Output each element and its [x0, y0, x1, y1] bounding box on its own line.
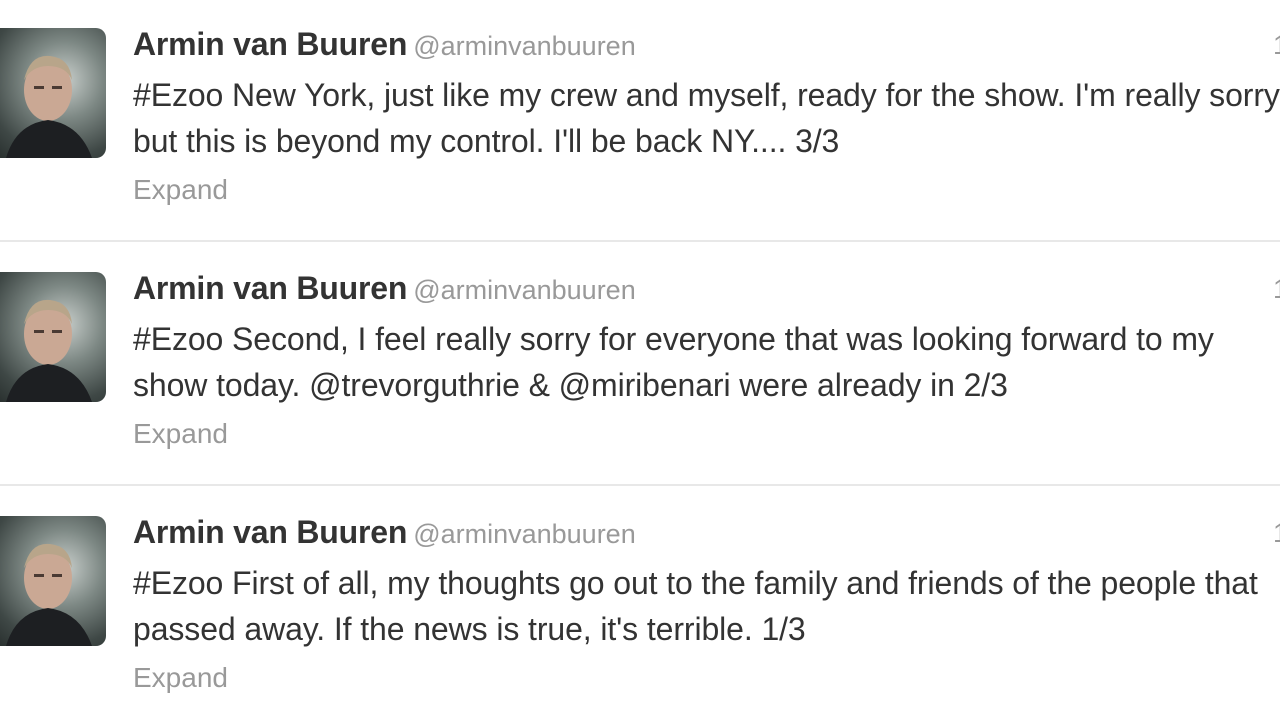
- tweet-timestamp[interactable]: 1: [1273, 274, 1280, 305]
- tweet-author-name[interactable]: Armin van Buuren: [133, 26, 407, 62]
- tweet-author-username[interactable]: @arminvanbuuren: [413, 519, 636, 549]
- tweet-item[interactable]: Armin van Buuren@arminvanbuuren 1 #Ezoo …: [0, 0, 1280, 244]
- tweet-header: Armin van Buuren @arminvanbuuren: [133, 514, 636, 554]
- tweet-item[interactable]: Armin van Buuren@arminvanbuuren 1 #Ezoo …: [0, 244, 1280, 488]
- tweet-header: Armin van Buuren @arminvanbuuren: [133, 26, 636, 66]
- tweet-timeline: Armin van Buuren@arminvanbuuren 1 #Ezoo …: [0, 0, 1280, 720]
- tweet-header: Armin van Buuren @arminvanbuuren: [133, 270, 636, 310]
- avatar[interactable]: [0, 28, 106, 158]
- avatar[interactable]: [0, 516, 106, 646]
- tweet-item[interactable]: Armin van Buuren@arminvanbuuren 1 #Ezoo …: [0, 488, 1280, 720]
- tweet-text: #Ezoo Second, I feel really sorry for ev…: [133, 321, 1214, 403]
- tweet-divider: [0, 484, 1280, 486]
- tweet-timestamp[interactable]: 1: [1273, 518, 1280, 549]
- avatar[interactable]: [0, 272, 106, 402]
- tweet-author-name[interactable]: Armin van Buuren: [133, 270, 407, 306]
- tweet-author-username[interactable]: @arminvanbuuren: [413, 275, 636, 305]
- expand-link[interactable]: Expand: [133, 174, 228, 206]
- expand-link[interactable]: Expand: [133, 662, 228, 694]
- tweet-text: #Ezoo New York, just like my crew and my…: [133, 77, 1280, 159]
- tweet-timestamp[interactable]: 1: [1273, 30, 1280, 61]
- tweet-text: #Ezoo First of all, my thoughts go out t…: [133, 565, 1258, 647]
- expand-link[interactable]: Expand: [133, 418, 228, 450]
- tweet-divider: [0, 240, 1280, 242]
- tweet-author-username[interactable]: @arminvanbuuren: [413, 31, 636, 61]
- tweet-author-name[interactable]: Armin van Buuren: [133, 514, 407, 550]
